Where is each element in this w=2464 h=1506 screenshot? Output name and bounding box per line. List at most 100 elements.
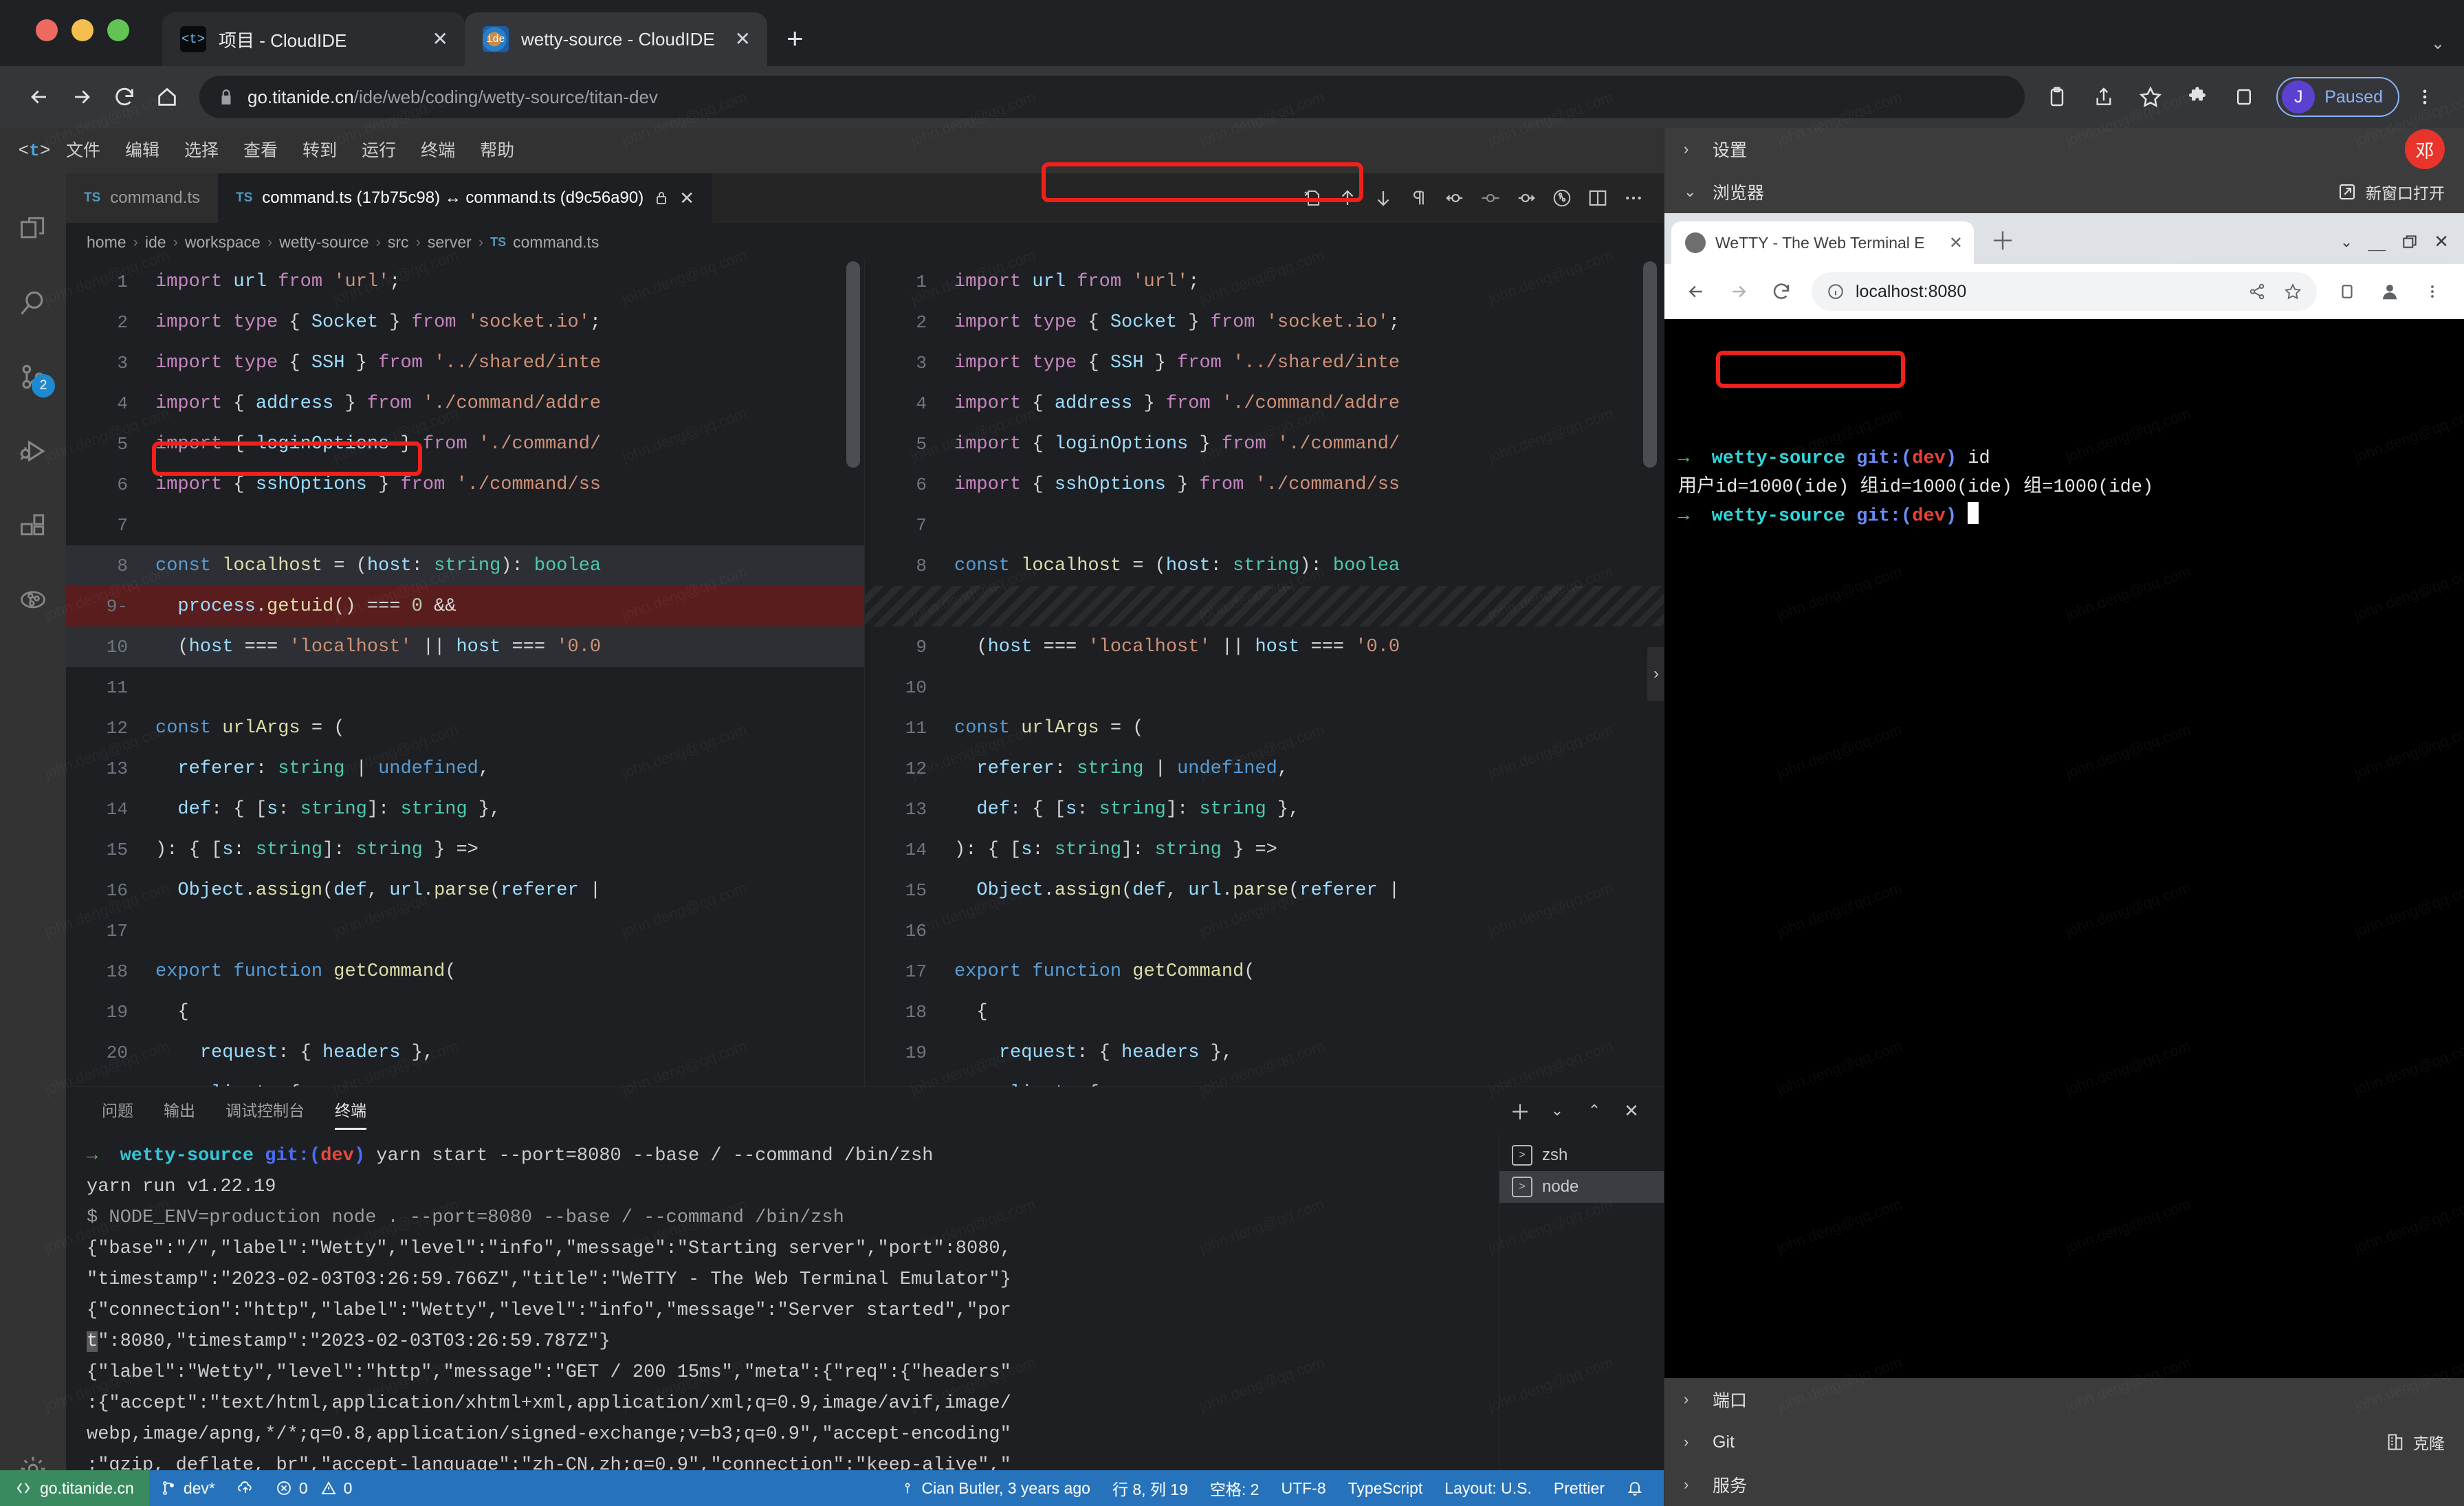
back-icon[interactable]: [18, 76, 60, 118]
code-line[interactable]: 1import url from 'url';: [865, 261, 1664, 302]
code-line[interactable]: 2import type { Socket } from 'socket.io'…: [66, 302, 864, 342]
forward-icon[interactable]: [1719, 272, 1758, 311]
scrollbar-thumb[interactable]: [846, 261, 860, 468]
maximize-panel-icon[interactable]: ⌃: [1577, 1093, 1612, 1128]
code-line[interactable]: 13 def: { [s: string]: string },: [865, 789, 1664, 829]
chevron-down-icon[interactable]: ⌄: [2431, 34, 2445, 54]
code-line[interactable]: 7: [66, 505, 864, 545]
code-line[interactable]: 4import { address } from './command/addr…: [66, 383, 864, 424]
chrome-menu-icon[interactable]: [2404, 76, 2446, 118]
panel-tab-debug-console[interactable]: 调试控制台: [210, 1087, 320, 1134]
embedded-browser-tab[interactable]: WeTTY - The Web Terminal E ✕: [1671, 221, 1974, 264]
code-line[interactable]: 19 request: { headers },: [865, 1032, 1664, 1073]
scrollbar-thumb[interactable]: [1643, 261, 1657, 468]
activity-extensions-icon[interactable]: [0, 488, 66, 563]
menu-item-edit[interactable]: 编辑: [113, 128, 172, 173]
diff-next-arrow-icon[interactable]: ›: [1647, 647, 1664, 701]
new-tab-button[interactable]: +: [786, 22, 804, 55]
code-line[interactable]: 11: [66, 667, 864, 708]
code-line[interactable]: 10: [865, 667, 1664, 708]
minimize-icon[interactable]: ＿: [2368, 229, 2386, 254]
close-icon[interactable]: ✕: [1949, 233, 1963, 253]
code-line[interactable]: 9 (host === 'localhost' || host === '0.0: [865, 626, 1664, 667]
share-icon[interactable]: [2082, 76, 2125, 118]
code-line[interactable]: 5import { loginOptions } from './command…: [865, 424, 1664, 464]
breadcrumb-item-src[interactable]: src: [388, 233, 409, 252]
open-new-window-button[interactable]: 新窗口打开: [2337, 180, 2445, 204]
code-line[interactable]: 20 request: { headers },: [66, 1032, 864, 1073]
right-panel-browser-row[interactable]: ⌄ 浏览器 新窗口打开: [1664, 171, 2464, 213]
avatar[interactable]: 邓: [2405, 129, 2445, 169]
browser-tab-wetty-source[interactable]: ide wetty-source - CloudIDE ✕: [465, 12, 767, 66]
code-line[interactable]: 14 def: { [s: string]: string },: [66, 789, 864, 829]
code-line[interactable]: 7: [865, 505, 1664, 545]
minimize-window-button[interactable]: [72, 19, 94, 41]
activity-search-icon[interactable]: [0, 265, 66, 340]
bookmark-star-icon[interactable]: [2284, 283, 2302, 301]
window-traffic-lights[interactable]: [36, 19, 129, 41]
menu-item-help[interactable]: 帮助: [468, 128, 527, 173]
whitespace-pilcrow-icon[interactable]: [1401, 180, 1437, 216]
back-icon[interactable]: [1677, 272, 1715, 311]
code-line[interactable]: 17: [66, 910, 864, 951]
editor-tab-command-ts[interactable]: TS command.ts: [66, 173, 218, 223]
code-line[interactable]: 6import { sshOptions } from './command/s…: [865, 464, 1664, 505]
breadcrumb-item-wetty-source[interactable]: wetty-source: [279, 233, 368, 252]
next-change-icon[interactable]: [1365, 180, 1401, 216]
menu-item-view[interactable]: 查看: [231, 128, 290, 173]
right-panel-git-row[interactable]: › Git 克隆: [1664, 1421, 2464, 1463]
panel-tab-output[interactable]: 输出: [148, 1087, 210, 1134]
wetty-web-terminal[interactable]: → wetty-source git:(dev) id用户id=1000(ide…: [1664, 319, 2464, 1378]
source-control-compare-icon[interactable]: [1544, 180, 1580, 216]
bookmark-star-icon[interactable]: [2129, 76, 2172, 118]
menu-item-selection[interactable]: 选择: [172, 128, 231, 173]
menu-item-file[interactable]: 文件: [54, 128, 113, 173]
code-line[interactable]: 3import type { SSH } from '../shared/int…: [865, 342, 1664, 383]
browser-tab-project[interactable]: <t> 项目 - CloudIDE ✕: [162, 12, 465, 66]
menu-item-terminal[interactable]: 终端: [408, 128, 468, 173]
panel-tab-problems[interactable]: 问题: [87, 1087, 148, 1134]
extensions-puzzle-icon[interactable]: [2176, 76, 2219, 118]
panel-tab-terminal[interactable]: 终端: [320, 1087, 382, 1134]
open-changes-icon[interactable]: [1294, 180, 1330, 216]
chevron-down-icon[interactable]: ⌄: [1540, 1093, 1574, 1128]
share-icon[interactable]: [2248, 283, 2266, 301]
close-window-button[interactable]: [36, 19, 58, 41]
code-line[interactable]: 18 {: [865, 992, 1664, 1032]
right-panel-services-row[interactable]: › 服务: [1664, 1463, 2464, 1506]
git-clone-button[interactable]: 克隆: [2386, 1430, 2445, 1454]
code-line[interactable]: 9- process.getuid() === 0 &&: [66, 586, 864, 626]
status-encoding[interactable]: UTF-8: [1270, 1470, 1336, 1506]
status-problems[interactable]: 0 0: [265, 1470, 364, 1506]
activity-git-graph-icon[interactable]: [0, 563, 66, 637]
no-change-icon[interactable]: [1473, 180, 1508, 216]
code-line[interactable]: 6import { sshOptions } from './command/s…: [66, 464, 864, 505]
terminal-item-node[interactable]: > node: [1499, 1171, 1664, 1203]
status-formatter[interactable]: Prettier: [1543, 1470, 1616, 1506]
code-line[interactable]: 13 referer: string | undefined,: [66, 748, 864, 789]
split-editor-icon[interactable]: [1580, 180, 1616, 216]
activity-run-debug-icon[interactable]: [0, 414, 66, 488]
breadcrumb-item-ide[interactable]: ide: [145, 233, 166, 252]
code-line[interactable]: 1import url from 'url';: [66, 261, 864, 302]
code-line[interactable]: 16: [865, 910, 1664, 951]
code-line[interactable]: [865, 586, 1664, 626]
revert-left-icon[interactable]: [1437, 180, 1473, 216]
status-indentation[interactable]: 空格: 2: [1199, 1470, 1270, 1506]
integrated-terminal[interactable]: → wetty-source git:(dev) yarn start --po…: [66, 1134, 1499, 1506]
code-line[interactable]: 8const localhost = (host: string): boole…: [865, 545, 1664, 586]
status-remote-host[interactable]: go.titanide.cn: [0, 1470, 149, 1506]
maximize-window-button[interactable]: [107, 19, 129, 41]
code-line[interactable]: 3import type { SSH } from '../shared/int…: [66, 342, 864, 383]
close-icon[interactable]: ✕: [2434, 231, 2449, 252]
status-sync[interactable]: [226, 1470, 265, 1506]
chrome-menu-icon[interactable]: [2413, 272, 2452, 311]
menu-item-go[interactable]: 转到: [290, 128, 349, 173]
code-line[interactable]: 11const urlArgs = (: [865, 708, 1664, 748]
editor-tab-command-ts-diff[interactable]: TS command.ts (17b75c98) ↔ command.ts (d…: [218, 173, 712, 223]
chevron-down-icon[interactable]: ⌄: [2340, 233, 2353, 251]
code-line[interactable]: 10 (host === 'localhost' || host === '0.…: [66, 626, 864, 667]
new-tab-button[interactable]: ＋: [1990, 221, 2015, 257]
previous-change-icon[interactable]: [1330, 180, 1365, 216]
add-terminal-icon[interactable]: ＋: [1503, 1093, 1537, 1128]
